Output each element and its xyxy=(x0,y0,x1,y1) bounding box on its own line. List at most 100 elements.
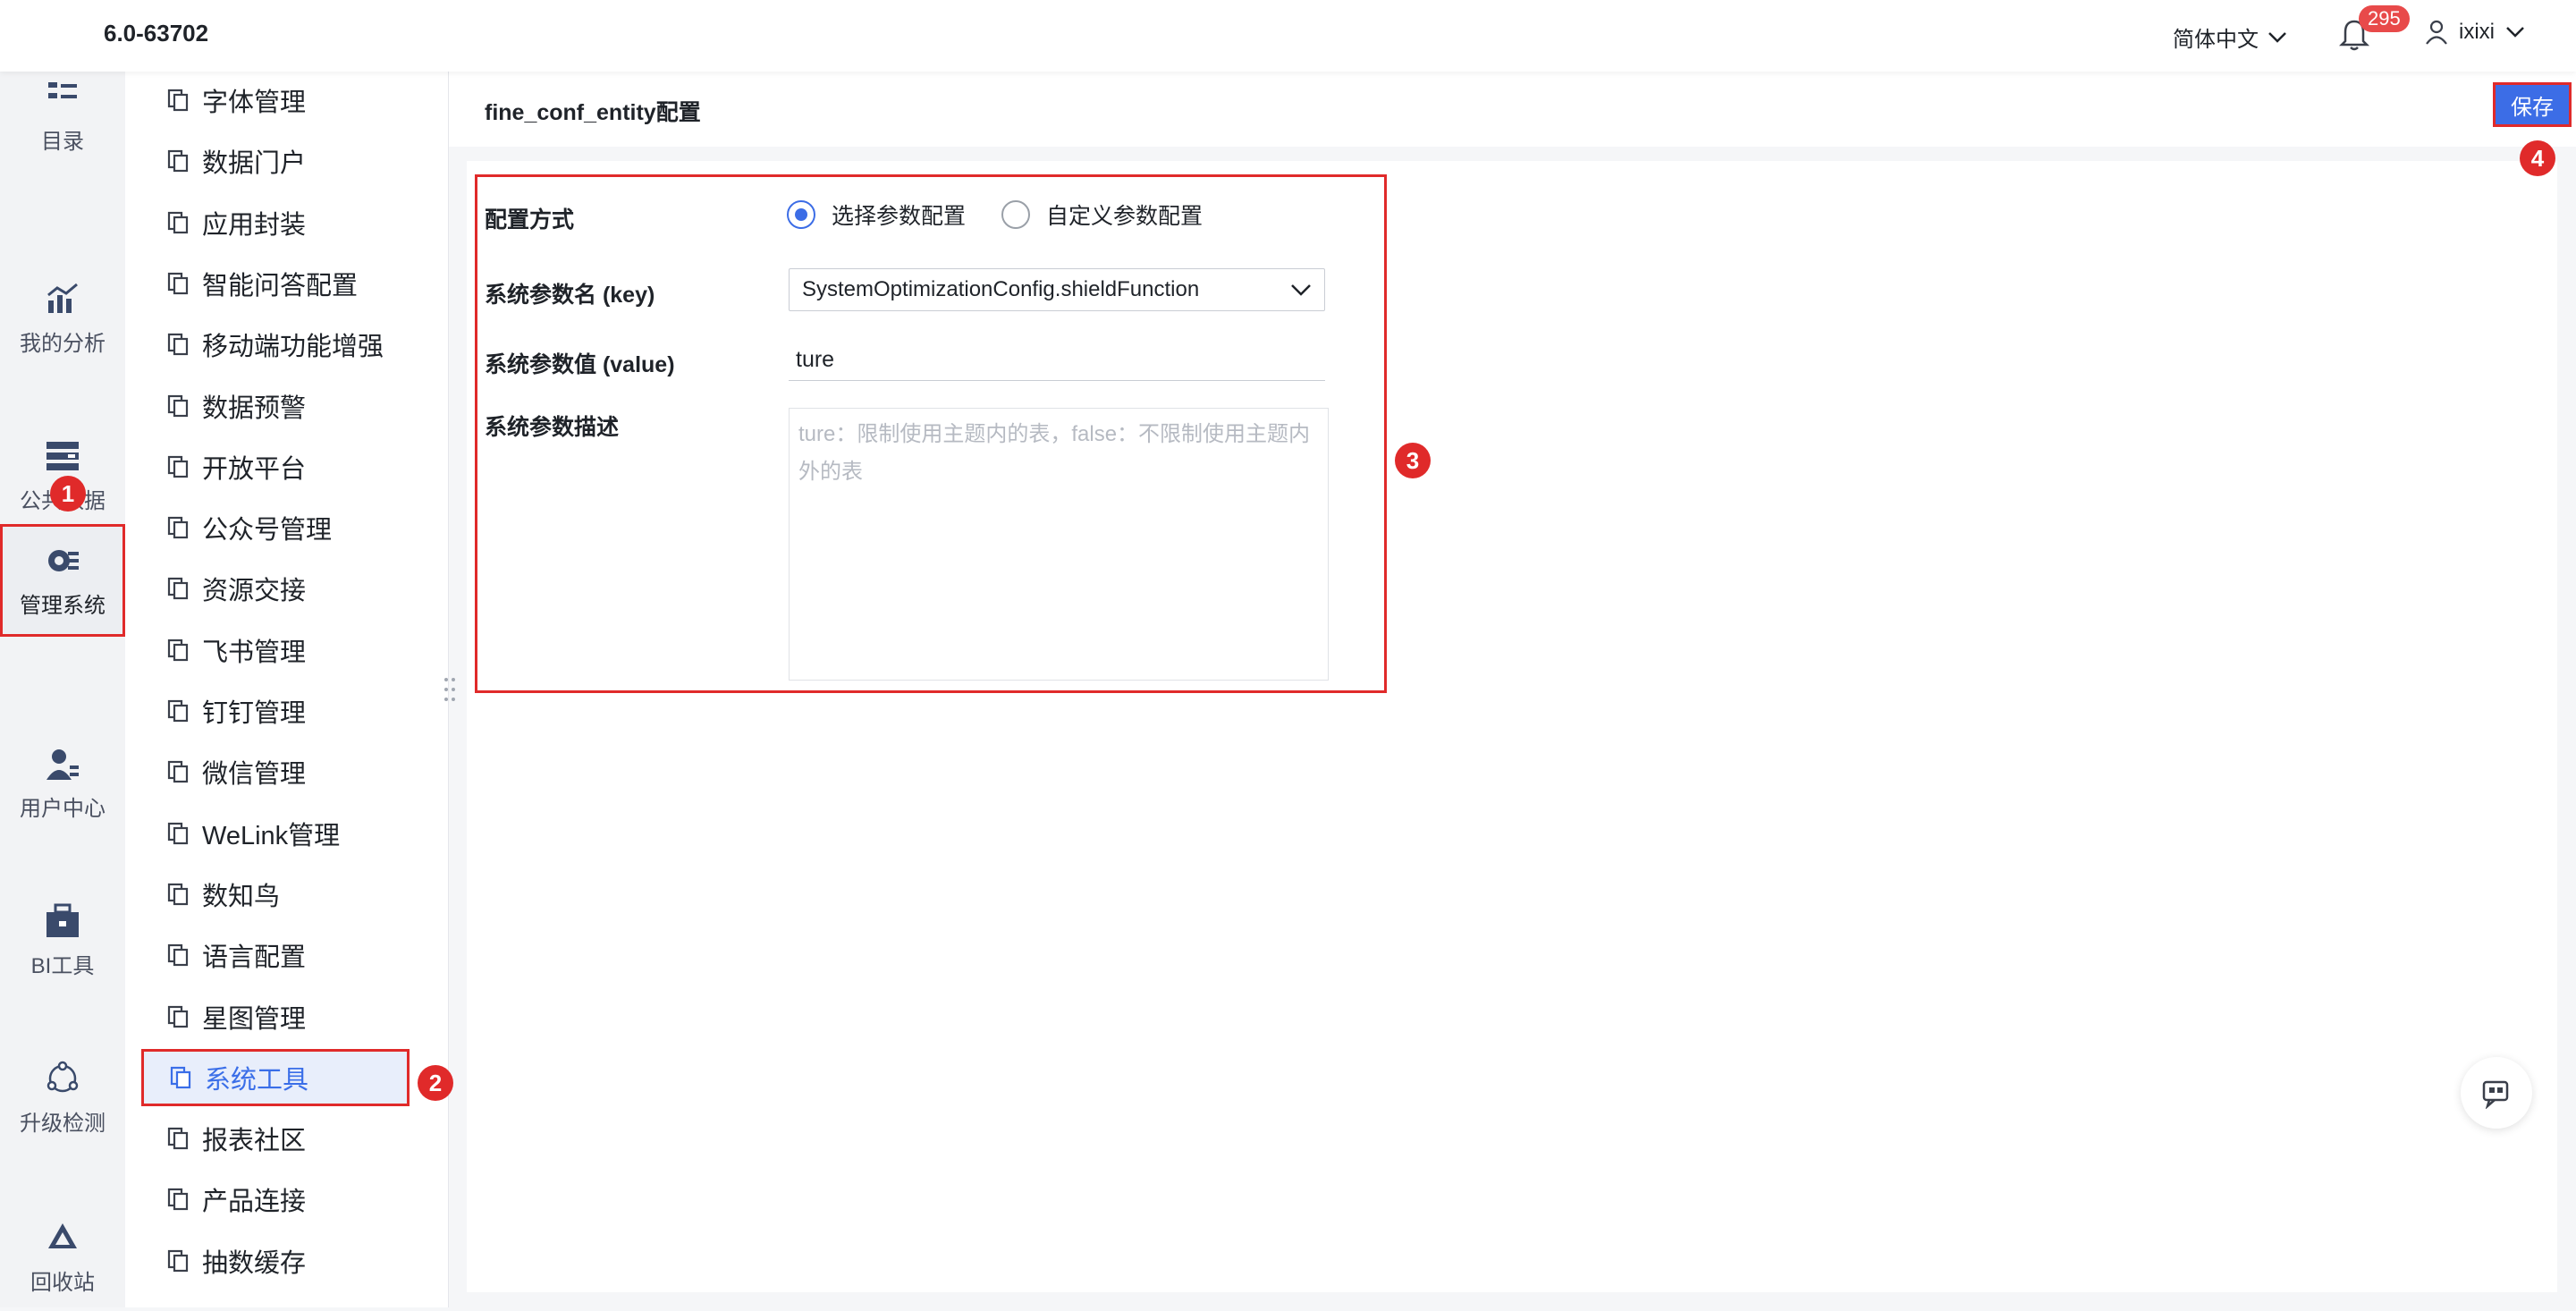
document-icon xyxy=(167,333,189,356)
document-icon xyxy=(167,516,189,539)
document-icon xyxy=(167,1005,189,1028)
username: ixixi xyxy=(2459,20,2495,44)
chat-ai-icon xyxy=(2482,1080,2509,1109)
mode-radio-group: 选择参数配置 自定义参数配置 xyxy=(787,199,1203,231)
rail-item-user-center[interactable]: 用户中心 xyxy=(0,730,125,837)
menu-item[interactable]: 星图管理 xyxy=(166,994,306,1040)
user-icon xyxy=(2426,20,2447,45)
menu-item[interactable]: 智能问答配置 xyxy=(166,260,358,307)
menu-item[interactable]: 报表社区 xyxy=(166,1115,306,1162)
document-icon xyxy=(167,455,189,478)
rail-item-recycle-bin[interactable]: 回收站 xyxy=(0,1204,125,1311)
language-selector[interactable]: 简体中文 xyxy=(2173,21,2287,53)
document-icon xyxy=(167,89,189,112)
document-icon xyxy=(167,943,189,967)
menu-item[interactable]: WeLink管理 xyxy=(166,810,340,857)
mode-label: 配置方式 xyxy=(485,207,575,233)
radio-select-param[interactable] xyxy=(787,200,815,229)
menu-item-label: WeLink管理 xyxy=(202,822,341,850)
document-icon xyxy=(167,822,189,845)
document-icon xyxy=(167,760,189,783)
menu-item-label: 产品连接 xyxy=(202,1188,307,1216)
menu-item-label: 数据门户 xyxy=(202,149,307,178)
annotation-marker-1: 1 xyxy=(50,476,86,512)
help-float-button[interactable] xyxy=(2461,1057,2532,1129)
bi-tools-icon xyxy=(46,903,79,937)
rail-item-upgrade-check[interactable]: 升级检测 xyxy=(0,1045,125,1152)
menu-item[interactable]: 微信管理 xyxy=(166,749,306,795)
document-icon xyxy=(167,639,189,662)
annotation-marker-4: 4 xyxy=(2520,140,2555,176)
content-header xyxy=(449,72,2576,147)
user-center-icon xyxy=(46,749,79,780)
document-icon xyxy=(167,272,189,295)
menu-item-label: 抽数缓存 xyxy=(202,1249,307,1278)
key-label: 系统参数名 (key) xyxy=(485,283,655,308)
document-icon xyxy=(167,211,189,234)
document-icon xyxy=(167,394,189,418)
user-menu[interactable]: ixixi xyxy=(2425,20,2525,45)
menu-item[interactable]: 产品连接 xyxy=(166,1176,306,1222)
chevron-down-icon xyxy=(2506,27,2524,38)
description-label: 系统参数描述 xyxy=(485,415,620,440)
catalog-icon xyxy=(48,81,77,98)
menu-item-label: 报表社区 xyxy=(202,1127,307,1155)
menu-item[interactable]: 字体管理 xyxy=(166,77,306,123)
menu-item[interactable]: 公众号管理 xyxy=(166,504,332,551)
radio-label: 选择参数配置 xyxy=(832,204,967,229)
document-icon xyxy=(170,1066,191,1089)
menu-item[interactable]: 钉钉管理 xyxy=(166,688,306,734)
document-icon xyxy=(167,149,189,173)
key-select-value: SystemOptimizationConfig.shieldFunction xyxy=(802,277,1200,301)
menu-item-label: 语言配置 xyxy=(202,943,307,972)
document-icon xyxy=(167,1249,189,1273)
menu-item-label: 公众号管理 xyxy=(202,516,333,545)
rail-label: 回收站 xyxy=(30,1270,95,1295)
radio-label: 自定义参数配置 xyxy=(1046,204,1204,229)
icon-rail: 目录 我的分析 公共数据 管理系统 用户中心 BI工具 升级检测 回收站 xyxy=(0,72,125,1307)
rail-label: 升级检测 xyxy=(20,1111,106,1136)
menu-item[interactable]: 应用封装 xyxy=(166,199,306,246)
menu-item[interactable]: 移动端功能增强 xyxy=(166,321,384,368)
chevron-down-icon xyxy=(2268,31,2286,43)
rail-item-catalog[interactable]: 目录 xyxy=(0,63,125,170)
menu-item-label: 系统工具 xyxy=(205,1066,309,1095)
document-icon xyxy=(167,883,189,906)
menu-item-label: 钉钉管理 xyxy=(202,699,307,728)
menu-item[interactable]: 数据预警 xyxy=(166,383,306,429)
description-textarea[interactable]: ture：限制使用主题内的表，false：不限制使用主题内外的表 xyxy=(789,408,1329,681)
menu-item-label: 开放平台 xyxy=(202,455,307,484)
value-label: 系统参数值 (value) xyxy=(485,352,675,377)
menu-item[interactable]: 语言配置 xyxy=(166,932,306,978)
document-icon xyxy=(167,577,189,600)
annotation-marker-2: 2 xyxy=(418,1065,453,1101)
drag-handle-icon[interactable] xyxy=(443,676,456,703)
document-icon xyxy=(167,1127,189,1150)
menu-item[interactable]: 开放平台 xyxy=(166,444,306,490)
rail-label: 用户中心 xyxy=(20,796,106,821)
value-input[interactable]: ture xyxy=(789,340,1325,381)
rail-item-bi-tools[interactable]: BI工具 xyxy=(0,887,125,994)
menu-item[interactable]: 抽数缓存 xyxy=(166,1238,306,1284)
document-icon xyxy=(167,1188,189,1211)
menu-item[interactable]: 数知鸟 xyxy=(166,871,280,918)
menu-item[interactable]: 飞书管理 xyxy=(166,627,306,673)
document-icon xyxy=(167,699,189,723)
rail-label: 管理系统 xyxy=(20,593,106,618)
menu-item[interactable]: 系统工具 xyxy=(141,1049,410,1106)
upgrade-check-icon xyxy=(46,1061,79,1092)
version-label: 6.0-63702 xyxy=(104,20,209,47)
rail-item-manage-system[interactable]: 管理系统 xyxy=(0,524,125,637)
page-title: fine_conf_entity配置 xyxy=(485,100,701,125)
menu-item-label: 数知鸟 xyxy=(202,883,281,911)
menu-item-label: 星图管理 xyxy=(202,1005,307,1034)
save-button[interactable]: 保存 xyxy=(2493,82,2572,127)
key-select[interactable]: SystemOptimizationConfig.shieldFunction xyxy=(789,268,1325,311)
menu-item[interactable]: 数据门户 xyxy=(166,138,306,184)
rail-item-analysis[interactable]: 我的分析 xyxy=(0,265,125,372)
menu-item-label: 字体管理 xyxy=(202,89,307,117)
radio-custom-param[interactable] xyxy=(1001,200,1031,229)
menu-item[interactable]: 资源交接 xyxy=(166,565,306,612)
menu-item-label: 微信管理 xyxy=(202,760,307,789)
menu-item-label: 飞书管理 xyxy=(202,639,307,667)
